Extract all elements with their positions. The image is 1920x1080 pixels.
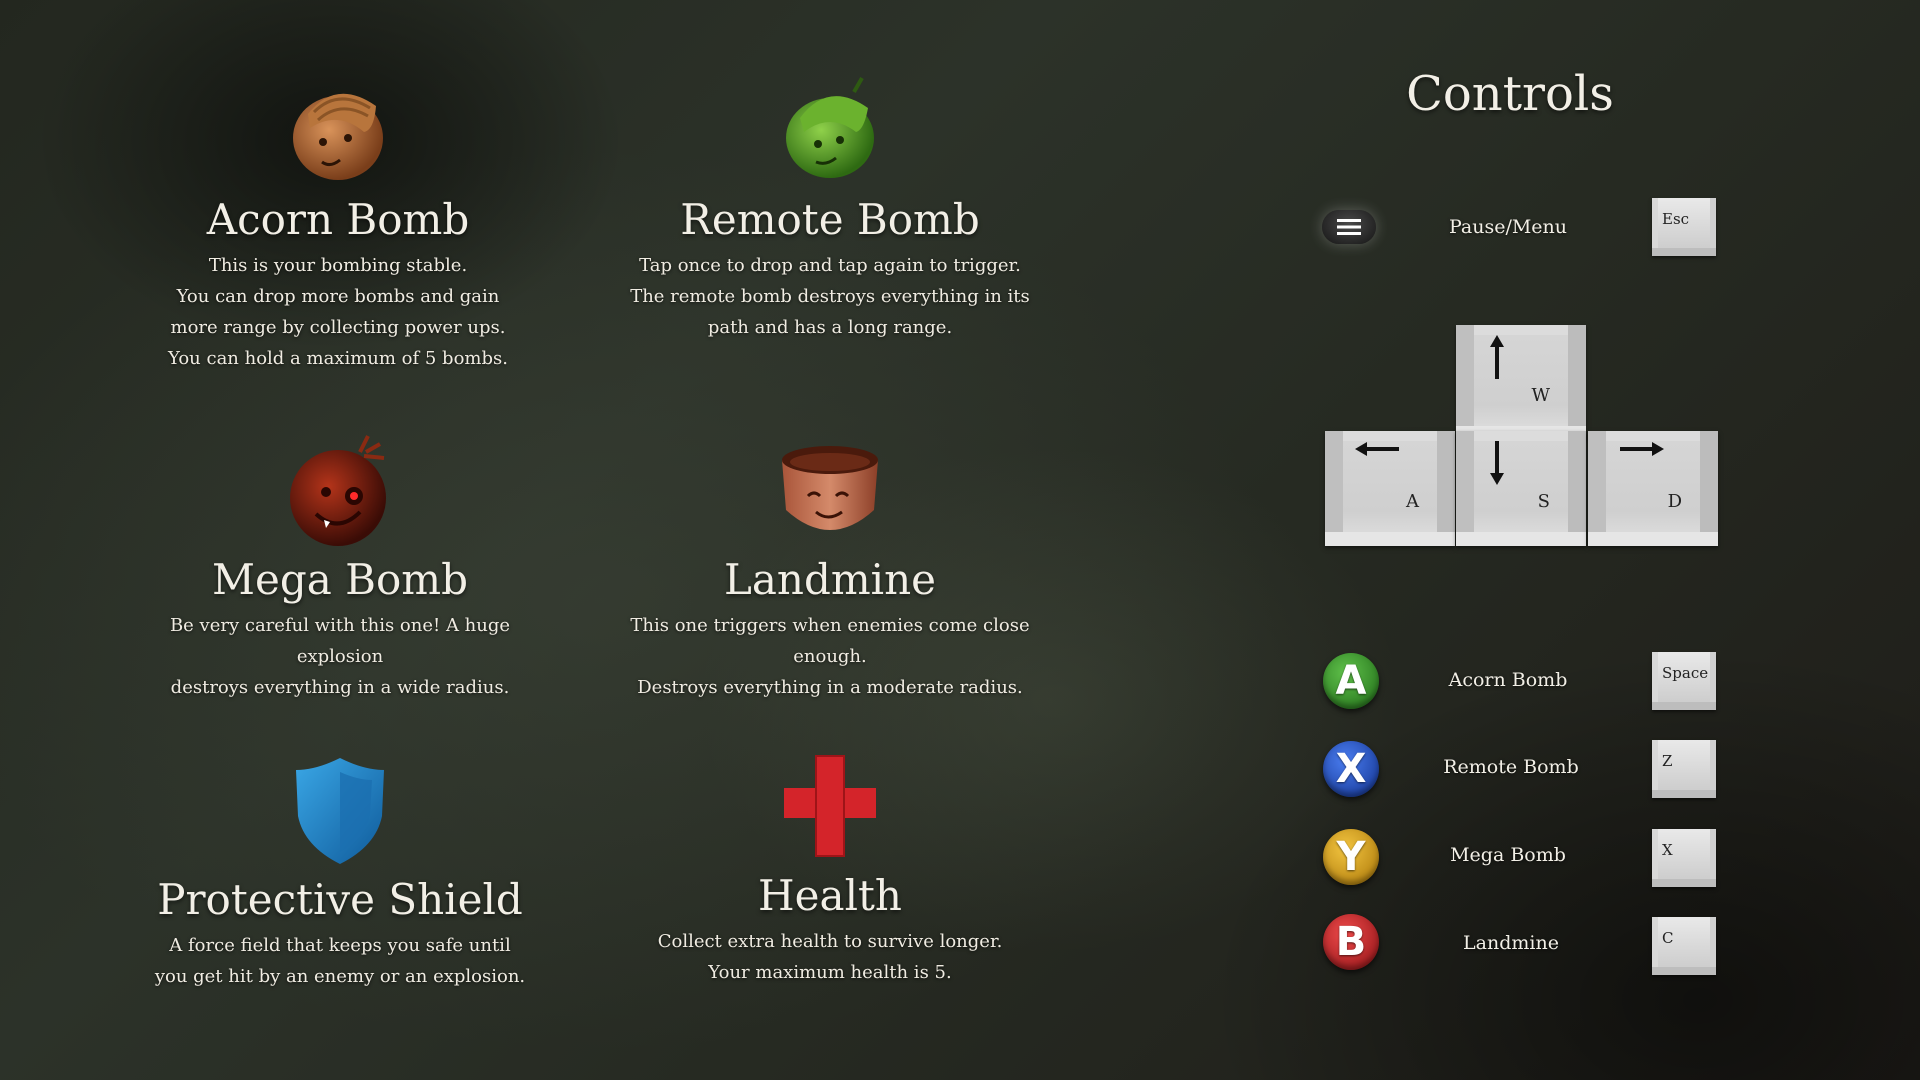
controls-title: Controls [1406,66,1614,122]
gamepad-b-button-icon: B [1323,914,1379,970]
landmine-control-label: Landmine [1463,932,1559,954]
item-description: A force field that keeps you safe until … [154,935,526,987]
arrow-right-icon [1620,442,1664,456]
item-title: Acorn Bomb [206,195,470,244]
item-title: Health [758,871,902,920]
item-mega-bomb: Mega Bomb Be very careful with this one!… [130,430,550,703]
item-description: Be very careful with this one! A huge ex… [169,615,511,698]
c-key: C [1652,917,1716,975]
landmine-icon [770,430,890,550]
z-key: Z [1652,740,1716,798]
item-health: Health Collect extra health to survive l… [620,746,1040,988]
menu-button-icon [1322,210,1376,244]
mega-bomb-control-label: Mega Bomb [1450,844,1566,866]
item-description: This one triggers when enemies come clos… [630,615,1030,698]
remote-bomb-control-label: Remote Bomb [1443,756,1579,778]
item-title: Remote Bomb [680,195,980,244]
item-description: Collect extra health to survive longer. … [657,931,1003,983]
item-title: Protective Shield [157,875,523,924]
w-key: W [1456,325,1586,440]
acorn-bomb-control-label: Acorn Bomb [1448,669,1568,691]
pause-menu-label: Pause/Menu [1448,216,1568,238]
d-key: D [1588,431,1718,546]
remote-bomb-icon [770,70,890,190]
item-description: This is your bombing stable. You can dro… [168,255,508,369]
item-landmine: Landmine This one triggers when enemies … [620,430,1040,703]
arrow-left-icon [1355,442,1399,456]
x-key: X [1652,829,1716,887]
gamepad-x-button-icon: X [1323,741,1379,797]
item-description: Tap once to drop and tap again to trigge… [630,255,1030,338]
s-key: S [1456,431,1586,546]
gamepad-y-button-icon: Y [1323,829,1379,885]
arrow-down-icon [1490,441,1504,485]
a-key: A [1325,431,1455,546]
gamepad-a-button-icon: A [1323,653,1379,709]
mega-bomb-icon [280,430,400,550]
health-cross-icon [770,746,890,866]
item-protective-shield: Protective Shield A force field that kee… [130,750,550,992]
item-remote-bomb: Remote Bomb Tap once to drop and tap aga… [620,70,1040,343]
arrow-up-icon [1490,335,1504,379]
item-title: Mega Bomb [212,555,468,604]
shield-icon [280,750,400,870]
esc-key: Esc [1652,198,1716,256]
space-key: Space [1652,652,1716,710]
item-title: Landmine [723,555,937,604]
acorn-bomb-icon [278,70,398,190]
item-acorn-bomb: Acorn Bomb This is your bombing stable. … [128,70,548,374]
